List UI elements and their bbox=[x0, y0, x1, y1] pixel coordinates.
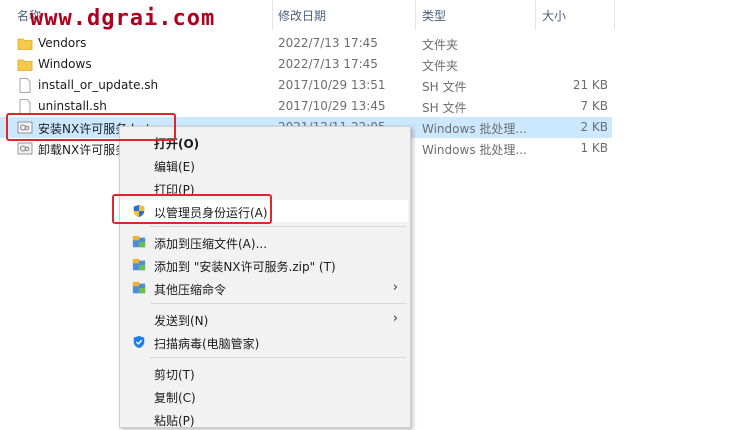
column-divider[interactable] bbox=[535, 0, 536, 30]
shield-check-icon bbox=[133, 335, 145, 349]
file-name: Windows bbox=[38, 57, 92, 71]
menu-label: 添加到 "安装NX许可服务.zip" (T) bbox=[154, 260, 336, 274]
menu-divider bbox=[150, 357, 406, 358]
archive-icon bbox=[132, 281, 146, 294]
file-row-install-sh[interactable]: install_or_update.sh 2017/10/29 13:51 SH… bbox=[0, 75, 612, 96]
folder-icon bbox=[17, 38, 33, 50]
menu-label: 发送到(N) bbox=[154, 314, 209, 328]
menu-item-cut[interactable]: 剪切(T) bbox=[120, 362, 408, 384]
menu-label: 添加到压缩文件(A)... bbox=[154, 237, 268, 251]
column-divider[interactable] bbox=[415, 0, 416, 30]
archive-icon bbox=[132, 235, 146, 248]
menu-label: 编辑(E) bbox=[154, 160, 195, 174]
context-menu: 打开(O) 编辑(E) 打印(P) 以管理员身份运行(A) 添加到压缩文件(A)… bbox=[119, 126, 411, 428]
menu-label: 复制(C) bbox=[154, 391, 196, 405]
menu-label: 扫描病毒(电脑管家) bbox=[154, 337, 260, 351]
file-name: install_or_update.sh bbox=[38, 78, 159, 92]
file-name: Vendors bbox=[38, 36, 87, 50]
menu-label: 剪切(T) bbox=[154, 368, 195, 382]
file-size: 1 KB bbox=[580, 141, 608, 155]
file-date: 2022/7/13 17:45 bbox=[278, 57, 378, 71]
column-size[interactable]: 大小 bbox=[542, 7, 566, 24]
menu-divider bbox=[150, 303, 406, 304]
file-type: Windows 批处理... bbox=[422, 143, 527, 157]
menu-divider bbox=[150, 226, 406, 227]
menu-item-send-to[interactable]: 发送到(N) › bbox=[120, 308, 408, 330]
menu-item-add-to-zip[interactable]: 添加到 "安装NX许可服务.zip" (T) bbox=[120, 254, 408, 276]
column-divider[interactable] bbox=[614, 0, 615, 30]
menu-item-paste[interactable]: 粘贴(P) bbox=[120, 408, 408, 430]
file-size: 21 KB bbox=[572, 78, 608, 92]
file-size: 2 KB bbox=[580, 120, 608, 134]
menu-item-edit[interactable]: 编辑(E) bbox=[120, 154, 408, 176]
archive-icon bbox=[132, 258, 146, 271]
batch-file-icon bbox=[17, 142, 33, 155]
menu-item-copy[interactable]: 复制(C) bbox=[120, 385, 408, 407]
file-row-windows[interactable]: Windows 2022/7/13 17:45 文件夹 bbox=[0, 54, 612, 75]
menu-item-add-to-archive[interactable]: 添加到压缩文件(A)... bbox=[120, 231, 408, 253]
column-date[interactable]: 修改日期 bbox=[278, 7, 326, 24]
chevron-right-icon: › bbox=[392, 280, 398, 295]
file-type: Windows 批处理... bbox=[422, 122, 527, 136]
chevron-right-icon: › bbox=[392, 311, 398, 326]
file-row-vendors[interactable]: Vendors 2022/7/13 17:45 文件夹 bbox=[0, 33, 612, 54]
file-date: 2017/10/29 13:51 bbox=[278, 78, 386, 92]
file-type: 文件夹 bbox=[422, 59, 459, 73]
column-divider[interactable] bbox=[272, 0, 273, 30]
file-type: 文件夹 bbox=[422, 38, 459, 52]
highlight-box-run-as-admin bbox=[112, 194, 272, 224]
file-date: 2022/7/13 17:45 bbox=[278, 36, 378, 50]
file-type: SH 文件 bbox=[422, 101, 467, 115]
menu-item-other-compress[interactable]: 其他压缩命令 › bbox=[120, 277, 408, 299]
file-icon bbox=[19, 78, 31, 93]
file-name: uninstall.sh bbox=[38, 99, 107, 113]
column-type[interactable]: 类型 bbox=[422, 7, 446, 24]
folder-icon bbox=[17, 59, 33, 71]
highlight-box-file bbox=[6, 113, 176, 141]
file-date: 2017/10/29 13:45 bbox=[278, 99, 386, 113]
file-size: 7 KB bbox=[580, 99, 608, 113]
watermark-text: www.dgrai.com bbox=[30, 6, 216, 31]
menu-item-scan-virus[interactable]: 扫描病毒(电脑管家) bbox=[120, 331, 408, 353]
file-icon bbox=[19, 99, 31, 114]
file-type: SH 文件 bbox=[422, 80, 467, 94]
menu-label: 其他压缩命令 bbox=[154, 283, 227, 297]
menu-label: 粘贴(P) bbox=[154, 414, 195, 428]
